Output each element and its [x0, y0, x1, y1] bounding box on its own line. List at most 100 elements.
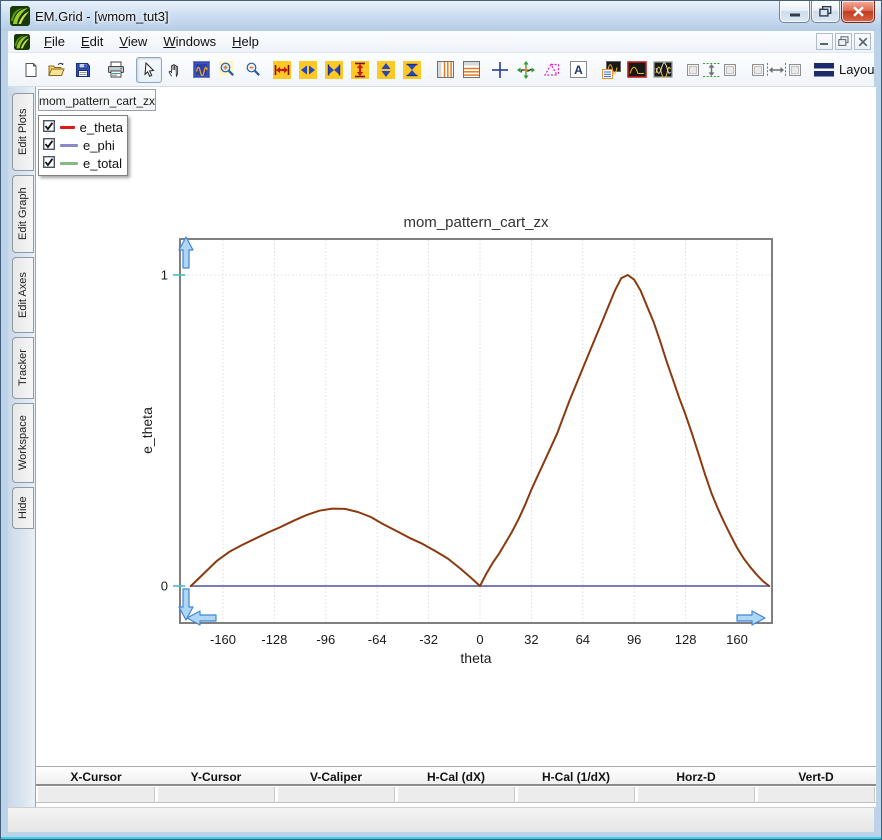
new-button[interactable] — [18, 57, 44, 83]
close-icon — [852, 6, 864, 17]
layout-label: Layout — [839, 62, 874, 77]
expand-x-icon — [273, 60, 291, 79]
y-tick-label: 1 — [161, 268, 168, 283]
fit-plot-icon — [192, 61, 210, 78]
menu-item-view[interactable]: View — [111, 32, 155, 51]
svg-text:A: A — [574, 63, 583, 77]
plot-with-legend-button[interactable] — [598, 57, 624, 83]
sidebar-tab-hide[interactable]: Hide — [12, 487, 34, 529]
mirror-y-icon — [403, 60, 421, 79]
x-tick-label: 64 — [576, 632, 590, 647]
menu-item-edit[interactable]: Edit — [73, 32, 111, 51]
legend-checkbox[interactable] — [42, 137, 56, 155]
layout-button[interactable]: Layout — [814, 62, 874, 77]
app-window: EM.Grid - [wmom_tut3] File Edit View Win… — [0, 0, 882, 840]
compress-x-icon — [299, 60, 317, 79]
fit-view-button[interactable] — [188, 57, 214, 83]
readout-header-horz-d: Horz-D — [676, 770, 716, 784]
mdi-minimize-button[interactable] — [816, 33, 833, 50]
menu-item-help[interactable]: Help — [224, 32, 267, 51]
tracker-button[interactable] — [513, 57, 539, 83]
menu-item-windows[interactable]: Windows — [155, 32, 224, 51]
sidebar-tab-workspace[interactable]: Workspace — [12, 403, 34, 483]
plot-frame[interactable] — [179, 238, 773, 624]
document-tab[interactable]: mom_pattern_cart_zx — [38, 89, 156, 111]
legend-label: e_theta — [79, 120, 123, 135]
menu-item-file[interactable]: File — [36, 32, 73, 51]
expand-y-icon — [351, 60, 369, 79]
window-bottom-frame — [1, 832, 881, 839]
legend-label: e_phi — [83, 138, 115, 153]
x-tick-label: 32 — [524, 632, 538, 647]
multi-plot-button[interactable] — [650, 57, 676, 83]
status-bar — [8, 807, 874, 832]
save-button[interactable] — [70, 57, 96, 83]
readout-value-cell — [757, 787, 875, 802]
title-bar[interactable]: EM.Grid - [wmom_tut3] — [1, 1, 881, 31]
compress-x-button[interactable] — [295, 57, 321, 83]
compress-y-icon — [377, 60, 395, 79]
y-tick-label: 0 — [161, 579, 168, 594]
vertical-align-button[interactable] — [683, 57, 741, 83]
horizontal-gridlines-button[interactable] — [458, 57, 484, 83]
horizontal-gridlines-icon — [462, 61, 480, 78]
minimize-button[interactable] — [779, 1, 810, 23]
legend-checkbox[interactable] — [42, 155, 56, 173]
zoom-in-icon — [218, 61, 234, 76]
caliper-icon — [543, 62, 560, 76]
open-folder-icon — [48, 62, 65, 76]
caliper-button[interactable] — [539, 57, 565, 83]
mirror-x-button[interactable] — [321, 57, 347, 83]
zoom-out-icon — [246, 62, 260, 76]
readout-table: X-Cursor Y-Cursor V-Caliper H-Cal (dX) H… — [36, 766, 876, 803]
vertical-gridlines-button[interactable] — [432, 57, 458, 83]
expand-x-button[interactable] — [269, 57, 295, 83]
readout-value-cell — [277, 787, 395, 802]
x-tick-label: -32 — [419, 632, 438, 647]
crosshair-icon — [492, 61, 508, 78]
x-tick-label: -160 — [210, 632, 236, 647]
open-button[interactable] — [44, 57, 70, 83]
legend-label: e_total — [83, 156, 123, 171]
sidebar: Edit Plots Edit Graph Edit Axes Tracker … — [8, 87, 35, 807]
sidebar-tab-edit-plots[interactable]: Edit Plots — [12, 93, 34, 171]
print-icon — [108, 61, 124, 78]
close-button[interactable] — [841, 1, 875, 23]
select-tool-button[interactable] — [136, 56, 162, 83]
mdi-restore-button[interactable] — [835, 33, 852, 50]
maximize-button[interactable] — [811, 1, 840, 23]
layout-icon — [814, 62, 834, 76]
zoom-in-button[interactable] — [214, 57, 240, 83]
plot-page: mom_pattern_cart_zx e_theta e_phi e_total … — [35, 87, 876, 807]
mirror-y-button[interactable] — [399, 57, 425, 83]
legend-item-e_phi: e_phi — [42, 137, 123, 155]
x-axis-label: theta — [460, 650, 491, 666]
expand-y-button[interactable] — [347, 57, 373, 83]
toolbar: A Layout — [8, 53, 874, 87]
legend-item-e_total: e_total — [42, 155, 123, 173]
readout-header-x-cursor: X-Cursor — [70, 770, 122, 784]
mdi-close-button[interactable] — [854, 33, 871, 50]
horizontal-align-button[interactable] — [748, 57, 806, 83]
compress-y-button[interactable] — [373, 57, 399, 83]
sidebar-tab-tracker[interactable]: Tracker — [12, 337, 34, 399]
print-button[interactable] — [103, 57, 129, 83]
app-logo-icon[interactable] — [10, 6, 30, 26]
text-annotation-button[interactable]: A — [565, 57, 591, 83]
single-plot-icon — [627, 61, 647, 78]
readout-header-hcal-1dx: H-Cal (1/dX) — [541, 770, 610, 784]
legend-checkbox[interactable] — [42, 119, 56, 137]
mdi-client-area: Edit Plots Edit Graph Edit Axes Tracker … — [8, 87, 876, 807]
zoom-out-button[interactable] — [240, 57, 266, 83]
readout-value-cell — [637, 787, 755, 802]
pan-tool-button[interactable] — [162, 57, 188, 83]
save-floppy-icon — [76, 62, 90, 77]
single-plot-button[interactable] — [624, 57, 650, 83]
x-tick-label: 128 — [675, 632, 697, 647]
sidebar-tab-edit-axes[interactable]: Edit Axes — [12, 257, 34, 333]
legend-line-swatch — [60, 126, 75, 129]
crosshair-button[interactable] — [487, 57, 513, 83]
chart: 0 1 -160 -128 -96 -64 -32 0 32 64 96 128 160 mom_patt… — [139, 214, 773, 666]
sidebar-tab-edit-graph[interactable]: Edit Graph — [12, 175, 34, 253]
x-tick-label: -64 — [368, 632, 387, 647]
